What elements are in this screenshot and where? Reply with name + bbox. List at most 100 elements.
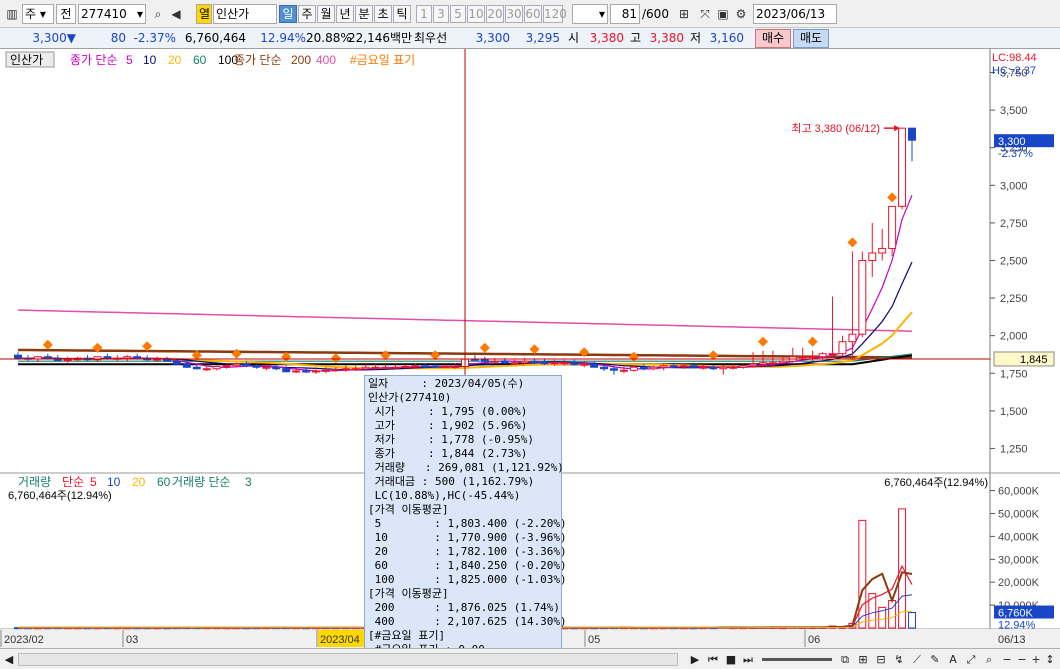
price-tick-label: 1,500	[1000, 406, 1028, 418]
first-icon[interactable]: ⏮	[706, 652, 720, 667]
candle-body	[610, 368, 618, 371]
candle-body	[272, 366, 281, 370]
draw-icon[interactable]: ↯	[892, 652, 906, 667]
period-tab-1[interactable]: 주	[298, 5, 316, 23]
magnify-icon[interactable]: ⌕	[982, 652, 996, 667]
zoom-in-icon[interactable]: +	[1029, 652, 1043, 667]
stock-name-field[interactable]: 인산가	[213, 4, 277, 24]
scrollbar-track[interactable]	[18, 653, 678, 666]
candle-body	[848, 333, 857, 343]
candle-body	[242, 363, 251, 367]
count-input[interactable]: 81	[610, 4, 640, 24]
grid-icon[interactable]: ⊞	[856, 652, 870, 667]
interval-tab-10[interactable]: 10	[467, 5, 485, 23]
fit-icon[interactable]: ⤢	[964, 652, 978, 667]
speaker-icon[interactable]: ◀	[168, 6, 184, 22]
candle-body	[232, 363, 241, 367]
bottom-toolbar: ◀ ▶ ⏮ ■ ⏭ ⧉ ⊞ ⊟ ↯ ⟋ ✎ A ⤢ ⌕ − − + ↕	[0, 648, 1060, 669]
market-label: 주	[25, 7, 37, 21]
flip-icon[interactable]: ↕	[1043, 652, 1057, 667]
pen-icon[interactable]: ✎	[928, 652, 942, 667]
volume-tick-label: 30,000K	[998, 554, 1040, 566]
candle-body	[778, 360, 787, 364]
open-label: 시	[568, 31, 580, 45]
candle-body	[619, 369, 628, 372]
tooltip-line: 20 : 1,782.100 (-3.36%)	[368, 545, 567, 558]
line-icon[interactable]: ⟋	[910, 652, 924, 667]
save-icon[interactable]: ▣	[715, 6, 731, 22]
date-field[interactable]: 2023/06/13	[753, 4, 837, 24]
candle-body	[798, 356, 807, 359]
buy-button[interactable]: 매수	[755, 29, 791, 48]
search-icon[interactable]: ⌕	[150, 6, 166, 22]
period-tab-0[interactable]: 일	[279, 5, 297, 23]
candle-body	[292, 370, 301, 373]
main-toolbar: ▥ 주 ▾ 전 277410 ▾ ⌕ ◀ 열 인산가 일주월년분초틱 1 3 5 10 2…	[0, 0, 1060, 28]
text-icon[interactable]: A	[946, 652, 960, 667]
candle-body	[451, 365, 460, 368]
interval-tab-60[interactable]: 60	[524, 5, 542, 23]
count-total: /600	[642, 7, 669, 21]
candle-body	[759, 362, 767, 365]
minus-icon[interactable]: −	[1000, 652, 1014, 667]
interval-tab-120[interactable]: 120	[543, 5, 567, 23]
sell-button[interactable]: 매도	[793, 29, 829, 48]
volume-bar	[898, 508, 907, 629]
tooltip-line: [가격 이동평균]	[368, 587, 449, 600]
price-tick-label: 1,250	[1000, 443, 1028, 455]
last-icon[interactable]: ⏭	[741, 652, 755, 667]
legend-ma-long-title: 종가 단순	[234, 53, 282, 67]
candle-body	[689, 365, 698, 368]
price-tick-label: 3,000	[1000, 180, 1028, 192]
mode-badge[interactable]: 열	[196, 4, 212, 24]
candle-body	[133, 356, 142, 359]
interval-tab-3[interactable]: 3	[433, 5, 449, 23]
candle-body	[341, 368, 350, 371]
code-input[interactable]: 277410 ▾	[78, 4, 146, 24]
hc-label: HC:-2.37	[992, 65, 1036, 77]
scroll-left-icon[interactable]: ◀	[2, 652, 16, 667]
copy-icon[interactable]: ⧉	[838, 652, 852, 667]
candle-body	[43, 356, 52, 359]
best-price-label: 최우선	[414, 31, 448, 45]
candle-body	[371, 366, 380, 369]
interval-tab-5[interactable]: 5	[450, 5, 466, 23]
period-tab-3[interactable]: 년	[336, 5, 354, 23]
zoom-out-icon[interactable]: −	[1015, 652, 1029, 667]
interval-select[interactable]: ▾	[572, 4, 608, 24]
interval-tab-1[interactable]: 1	[416, 5, 432, 23]
indicator-icon[interactable]: ⤧	[697, 6, 713, 22]
interval-tab-30[interactable]: 30	[505, 5, 523, 23]
xaxis-right-label: 06/13	[998, 634, 1026, 646]
candle-body	[739, 365, 748, 368]
layout-icon[interactable]: ▥	[4, 6, 20, 22]
candle-body	[649, 366, 658, 370]
price-tick-label: 2,500	[1000, 255, 1028, 267]
period-tab-5[interactable]: 초	[374, 5, 392, 23]
interval-tab-20[interactable]: 20	[486, 5, 504, 23]
zoom-slider[interactable]	[762, 658, 832, 661]
candle-body	[550, 362, 559, 365]
candle-body	[719, 366, 728, 370]
settings-icon[interactable]: ⚙	[733, 6, 749, 22]
period-tab-4[interactable]: 분	[355, 5, 373, 23]
candle-icon[interactable]: ⊞	[676, 6, 692, 22]
period-tab-6[interactable]: 틱	[393, 5, 411, 23]
volume-right-label: 6,760,464주(12.94%)	[884, 477, 988, 489]
candle-body	[63, 359, 72, 362]
table-icon[interactable]: ⊟	[874, 652, 888, 667]
code-dropdown-icon[interactable]: ▾	[137, 5, 143, 23]
candle-body	[828, 353, 837, 356]
tooltip-line: 고가 : 1,902 (5.96%)	[368, 419, 528, 432]
stop-icon[interactable]: ■	[724, 652, 738, 667]
legend-ma-200: 200	[291, 53, 311, 67]
xaxis-label: 03	[126, 634, 138, 646]
period-tab-2[interactable]: 월	[317, 5, 335, 23]
legend-ma-5: 5	[126, 53, 133, 67]
candle-body	[441, 365, 450, 368]
market-select[interactable]: 주 ▾	[22, 4, 54, 24]
tooltip-line: 200 : 1,876.025 (1.74%)	[368, 601, 561, 614]
prev-button[interactable]: 전	[56, 4, 76, 24]
volume-bar	[858, 519, 867, 629]
scroll-right-icon[interactable]: ▶	[688, 652, 702, 667]
